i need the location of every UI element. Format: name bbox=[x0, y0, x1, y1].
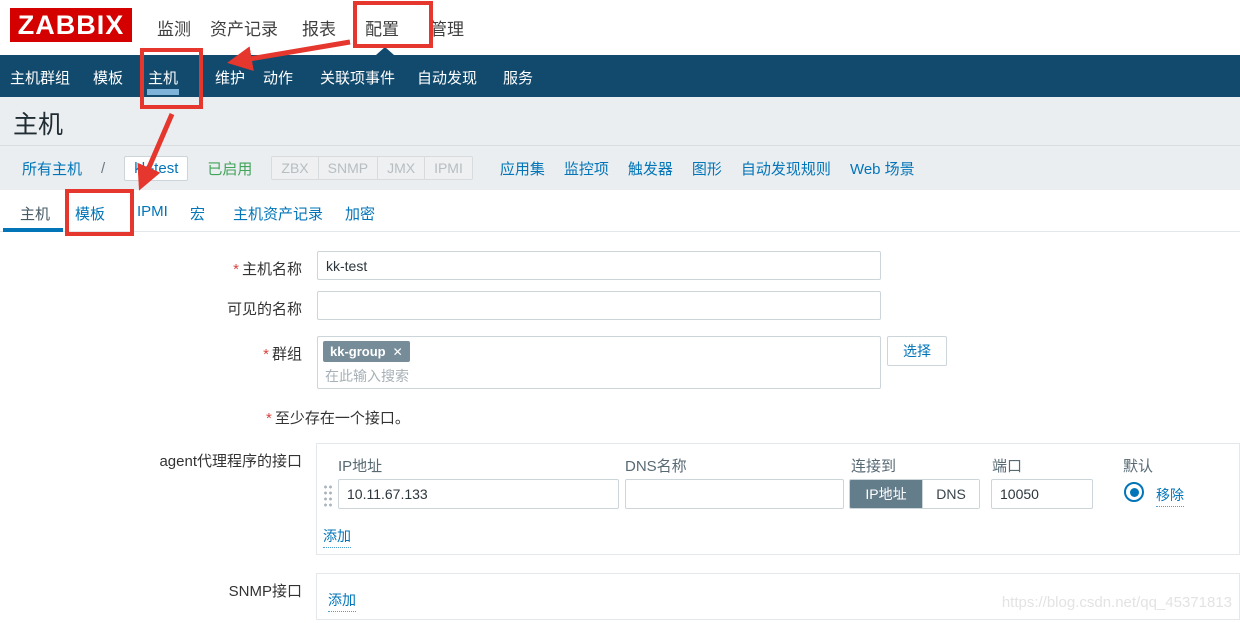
selected-menu-caret-icon bbox=[376, 47, 394, 55]
radio-selected-dot bbox=[1130, 488, 1139, 497]
top-nav-inventory[interactable]: 资产记录 bbox=[210, 15, 278, 40]
badge-ipmi: IPMI bbox=[424, 157, 472, 179]
breadcrumb-band: 所有主机 / kk-test 已启用 ZBX SNMP JMX IPMI 应用集… bbox=[0, 145, 1240, 190]
active-tab-underline bbox=[3, 228, 63, 232]
subnav-active-underline bbox=[147, 89, 179, 95]
groups-label: *群组 bbox=[0, 343, 302, 364]
tab-host-inventory[interactable]: 主机资产记录 bbox=[233, 203, 323, 224]
subnav-maintenance[interactable]: 维护 bbox=[215, 67, 245, 88]
badge-zbx: ZBX bbox=[272, 157, 317, 179]
subnav-event-correlation[interactable]: 关联项事件 bbox=[320, 67, 395, 88]
title-band: 主机 bbox=[0, 97, 1240, 145]
tab-encryption[interactable]: 加密 bbox=[345, 203, 375, 224]
breadcrumb-applications-link[interactable]: 应用集 bbox=[500, 158, 545, 179]
group-select-button[interactable]: 选择 bbox=[887, 336, 947, 366]
required-asterisk: * bbox=[233, 261, 239, 278]
host-name-label: *主机名称 bbox=[0, 258, 302, 279]
tab-templates[interactable]: 模板 bbox=[75, 203, 105, 224]
breadcrumb-all-hosts-link[interactable]: 所有主机 bbox=[22, 158, 82, 179]
top-nav-monitoring[interactable]: 监测 bbox=[157, 15, 191, 40]
host-status-enabled[interactable]: 已启用 bbox=[207, 158, 252, 179]
visible-name-label: 可见的名称 bbox=[0, 298, 302, 319]
snmp-iface-add-link[interactable]: 添加 bbox=[328, 590, 356, 612]
connect-to-dns-option[interactable]: DNS bbox=[922, 480, 979, 508]
iface-header-ip: IP地址 bbox=[338, 455, 382, 476]
snmp-interface-label: SNMP接口 bbox=[0, 580, 302, 601]
breadcrumb: 所有主机 / kk-test 已启用 ZBX SNMP JMX IPMI 应用集… bbox=[22, 146, 915, 190]
iface-header-default: 默认 bbox=[1123, 455, 1153, 476]
drag-handle-icon[interactable] bbox=[323, 484, 333, 508]
groups-search-placeholder: 在此输入搜索 bbox=[325, 366, 409, 386]
breadcrumb-host-name[interactable]: kk-test bbox=[124, 156, 188, 181]
top-nav-reports[interactable]: 报表 bbox=[302, 15, 336, 40]
breadcrumb-triggers-link[interactable]: 触发器 bbox=[628, 158, 673, 179]
iface-header-port: 端口 bbox=[992, 455, 1022, 476]
watermark: https://blog.csdn.net/qq_45371813 bbox=[1002, 594, 1232, 611]
iface-port-input[interactable] bbox=[991, 479, 1093, 509]
top-bar: ZABBIX 监测 资产记录 报表 配置 管理 bbox=[0, 0, 1240, 55]
iface-dns-input[interactable] bbox=[625, 479, 844, 509]
badge-jmx: JMX bbox=[377, 157, 424, 179]
agent-interface-box: IP地址 DNS名称 连接到 端口 默认 IP地址 DNS 移除 添加 bbox=[316, 443, 1240, 555]
required-asterisk: * bbox=[263, 346, 269, 363]
tab-ipmi[interactable]: IPMI bbox=[137, 203, 168, 220]
agent-interface-label: agent代理程序的接口 bbox=[0, 450, 302, 471]
connect-to-ip-option[interactable]: IP地址 bbox=[850, 480, 922, 508]
breadcrumb-items-link[interactable]: 监控项 bbox=[564, 158, 609, 179]
subnav-discovery[interactable]: 自动发现 bbox=[417, 67, 477, 88]
top-nav-configuration[interactable]: 配置 bbox=[365, 15, 399, 40]
subnav-templates[interactable]: 模板 bbox=[93, 67, 123, 88]
page-title: 主机 bbox=[13, 105, 63, 141]
visible-name-input[interactable] bbox=[317, 291, 881, 320]
subnav-services[interactable]: 服务 bbox=[503, 67, 533, 88]
chip-close-icon[interactable]: ✕ bbox=[393, 345, 403, 359]
groups-multiselect[interactable]: kk-group ✕ 在此输入搜索 bbox=[317, 336, 881, 389]
zabbix-logo[interactable]: ZABBIX bbox=[10, 8, 132, 42]
tab-host[interactable]: 主机 bbox=[20, 203, 50, 224]
badge-snmp: SNMP bbox=[318, 157, 377, 179]
tab-macros[interactable]: 宏 bbox=[190, 203, 205, 224]
zabbix-host-config-page: ZABBIX 监测 资产记录 报表 配置 管理 主机群组 模板 主机 维护 动作… bbox=[0, 0, 1240, 623]
required-asterisk: * bbox=[266, 410, 272, 427]
host-name-input[interactable] bbox=[317, 251, 881, 280]
group-chip-label: kk-group bbox=[330, 344, 386, 359]
interface-required-hint: *至少存在一个接口。 bbox=[266, 407, 410, 428]
breadcrumb-web-scenarios-link[interactable]: Web 场景 bbox=[850, 158, 915, 179]
subnav-host-groups[interactable]: 主机群组 bbox=[10, 67, 70, 88]
breadcrumb-discovery-rules-link[interactable]: 自动发现规则 bbox=[741, 158, 831, 179]
iface-header-connect-to: 连接到 bbox=[851, 455, 896, 476]
sub-nav-bar: 主机群组 模板 主机 维护 动作 关联项事件 自动发现 服务 bbox=[0, 55, 1240, 97]
form-tabs: 主机 模板 IPMI 宏 主机资产记录 加密 bbox=[0, 190, 1240, 232]
iface-header-dns: DNS名称 bbox=[625, 455, 687, 476]
default-interface-radio[interactable] bbox=[1124, 482, 1144, 502]
agent-iface-add-link[interactable]: 添加 bbox=[323, 526, 351, 548]
group-chip[interactable]: kk-group ✕ bbox=[323, 341, 410, 362]
iface-ip-input[interactable] bbox=[338, 479, 619, 509]
iface-remove-link[interactable]: 移除 bbox=[1156, 485, 1184, 507]
breadcrumb-separator: / bbox=[101, 160, 105, 177]
breadcrumb-graphs-link[interactable]: 图形 bbox=[692, 158, 722, 179]
availability-badges: ZBX SNMP JMX IPMI bbox=[271, 156, 472, 180]
top-nav-administration[interactable]: 管理 bbox=[430, 15, 464, 40]
subnav-actions[interactable]: 动作 bbox=[263, 67, 293, 88]
connect-to-toggle: IP地址 DNS bbox=[849, 479, 980, 509]
subnav-hosts[interactable]: 主机 bbox=[148, 67, 178, 88]
